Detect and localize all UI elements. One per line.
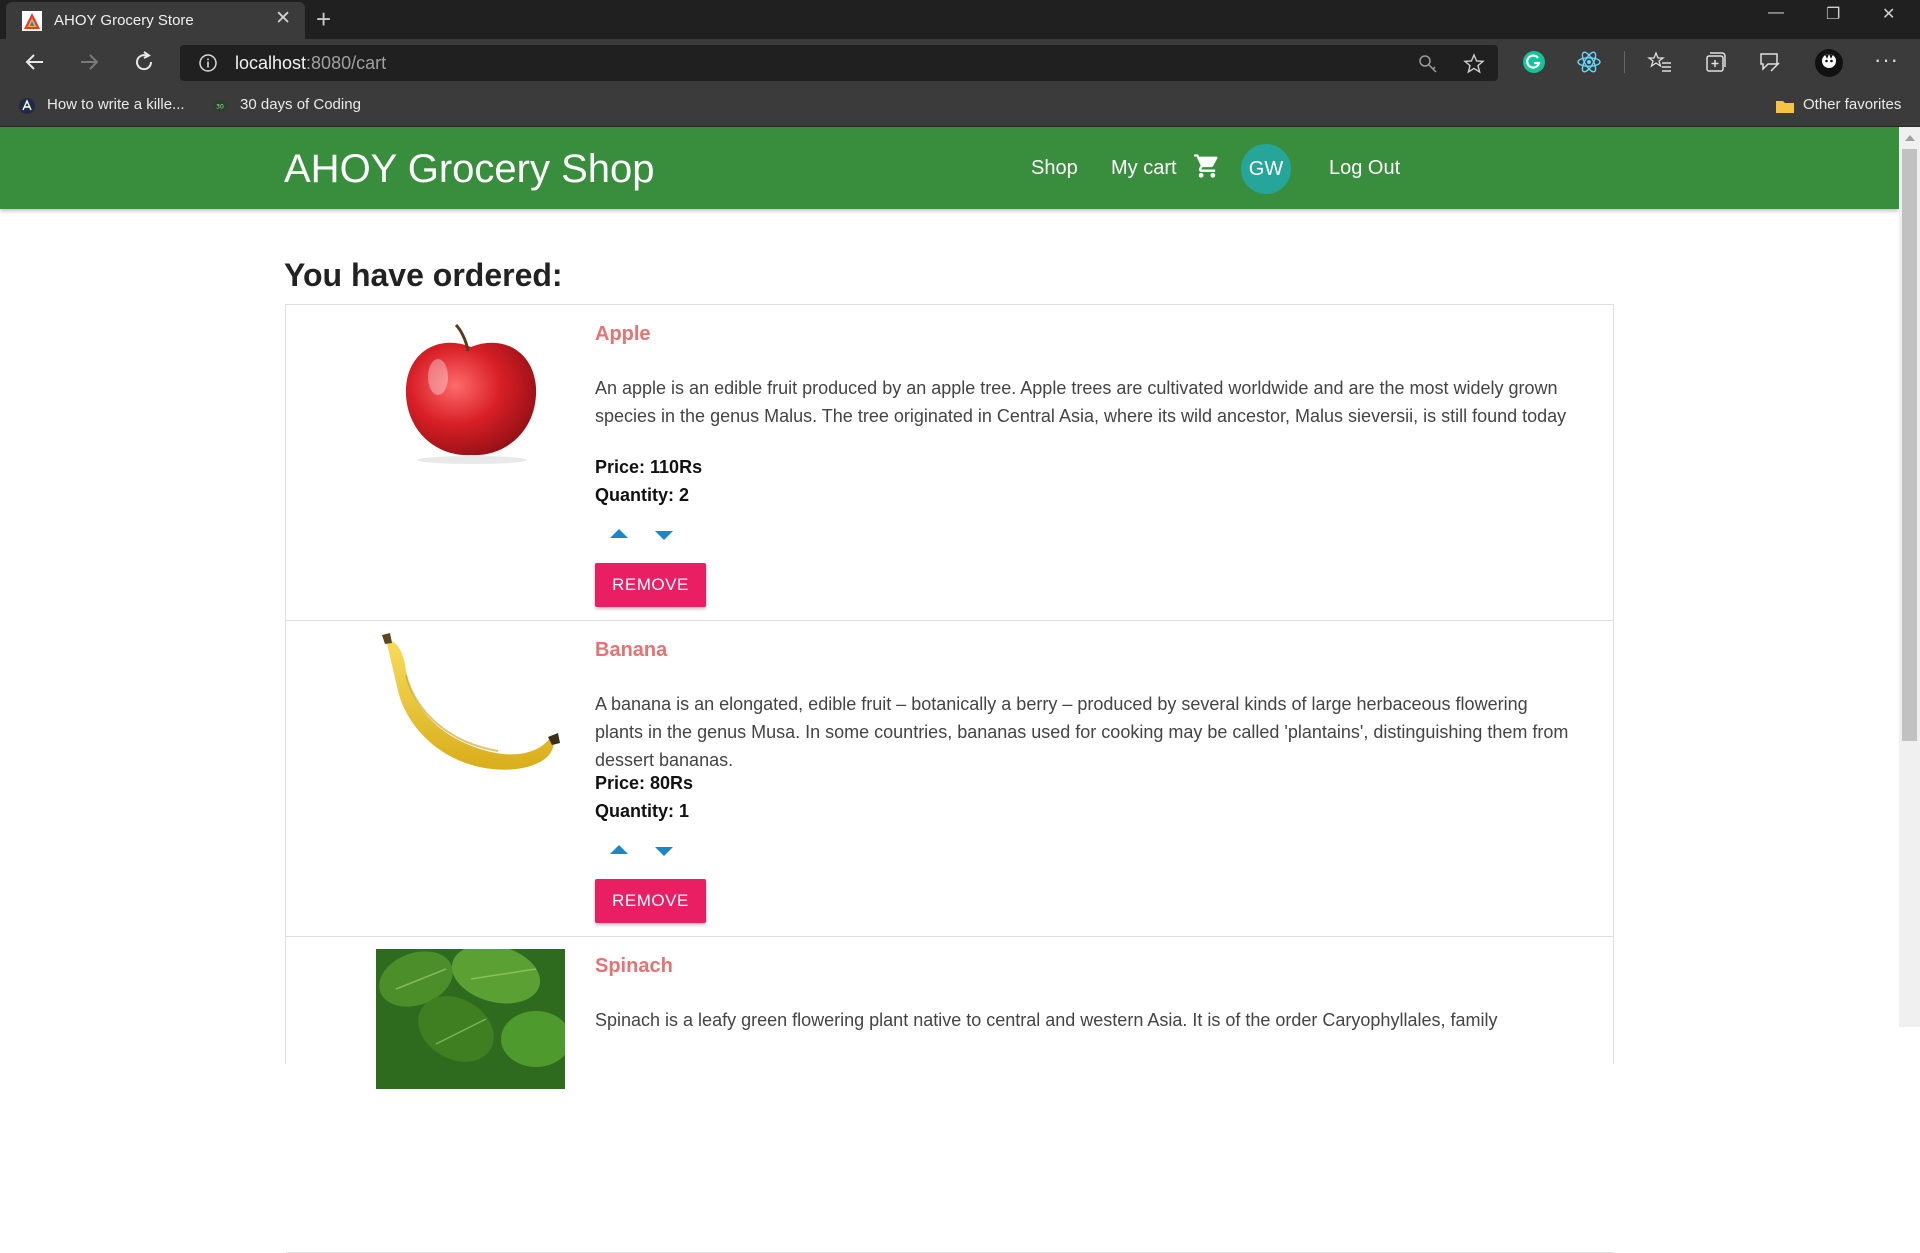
address-bar: localhost:8080/cart ··· [0,39,1920,86]
remove-button[interactable]: REMOVE [595,563,706,607]
url-text: localhost:8080/cart [235,53,386,74]
restore-icon[interactable]: ❐ [1826,4,1840,24]
item-name: Banana [595,639,668,661]
item-quantity: Quantity: 2 [595,485,690,505]
reload-icon[interactable] [131,49,157,75]
other-favorites-link[interactable]: Other favorites [1803,96,1901,113]
bookmark-link[interactable]: 30 days of Coding [240,96,361,113]
react-devtools-icon[interactable] [1576,49,1602,75]
browser-tab[interactable]: AHOY Grocery Store ✕ [6,2,305,39]
item-price: Price: 110Rs [595,457,703,477]
logout-link[interactable]: Log Out [1329,157,1400,180]
shop-link[interactable]: Shop [1031,157,1078,180]
item-quantity: Quantity: 1 [595,801,690,821]
url-path: :8080/cart [306,53,387,73]
app-navbar: AHOY Grocery Shop Shop My cart GW Log Ou… [0,127,1899,209]
scroll-up-icon[interactable] [1905,135,1915,141]
page-scrollbar[interactable] [1899,127,1920,1027]
back-icon[interactable] [22,49,48,75]
apple-image [405,323,537,464]
decrease-quantity-icon[interactable] [655,847,673,856]
minimize-icon[interactable]: — [1768,4,1784,22]
key-icon[interactable] [1417,53,1439,75]
star-icon[interactable] [1463,53,1485,75]
more-options-icon[interactable]: ··· [1874,47,1899,73]
site-info-icon[interactable] [198,53,218,73]
scroll-thumb[interactable] [1902,149,1917,741]
cart-item: Apple An apple is an edible fruit produc… [286,305,1613,621]
favorites-icon[interactable] [1647,49,1673,75]
grammarly-icon[interactable] [1521,49,1547,75]
bookmarks-bar: How to write a kille... 30 30 days of Co… [0,86,1920,127]
tab-title: AHOY Grocery Store [54,12,194,29]
svg-text:30: 30 [216,104,224,111]
close-tab-icon[interactable]: ✕ [275,9,291,29]
shopping-cart-icon[interactable] [1193,152,1221,180]
item-price: Price: 80Rs [595,773,694,793]
close-window-icon[interactable]: ✕ [1882,4,1895,24]
brand-title[interactable]: AHOY Grocery Shop [284,147,655,192]
bookmark-link[interactable]: How to write a kille... [47,96,185,113]
forward-icon[interactable] [76,49,102,75]
app-favicon-icon [22,11,42,31]
dev-logo-icon [19,98,35,114]
banana-image [382,633,560,770]
cart-item: Banana A banana is an elongated, edible … [286,621,1613,937]
remove-button[interactable]: REMOVE [595,879,706,923]
toolbar-divider [1624,51,1625,73]
new-tab-icon[interactable]: + [316,6,331,32]
page-heading: You have ordered: [284,257,563,293]
cart-list: Apple An apple is an edible fruit produc… [285,304,1614,1253]
item-name: Apple [595,323,651,345]
item-name: Spinach [595,955,673,977]
profile-avatar-icon[interactable] [1814,48,1844,78]
item-description: An apple is an edible fruit produced by … [595,378,1567,426]
cart-item: Spinach Spinach is a leafy green floweri… [286,937,1613,1253]
item-description: A banana is an elongated, edible fruit –… [595,694,1569,770]
folder-icon [1776,101,1794,113]
increase-quantity-icon[interactable] [610,529,628,538]
collections-icon[interactable] [1702,49,1728,75]
thirty-days-icon: 30 [212,100,228,112]
browser-tab-bar: AHOY Grocery Store ✕ + — ❐ ✕ [0,0,1920,39]
url-field[interactable]: localhost:8080/cart [180,45,1498,81]
feedback-icon[interactable] [1757,49,1783,75]
increase-quantity-icon[interactable] [610,845,628,854]
user-avatar[interactable]: GW [1241,144,1291,194]
spinach-image [376,949,565,1089]
decrease-quantity-icon[interactable] [655,531,673,540]
url-host: localhost [235,53,307,73]
item-description: Spinach is a leafy green flowering plant… [595,1010,1498,1030]
my-cart-link[interactable]: My cart [1111,157,1177,180]
